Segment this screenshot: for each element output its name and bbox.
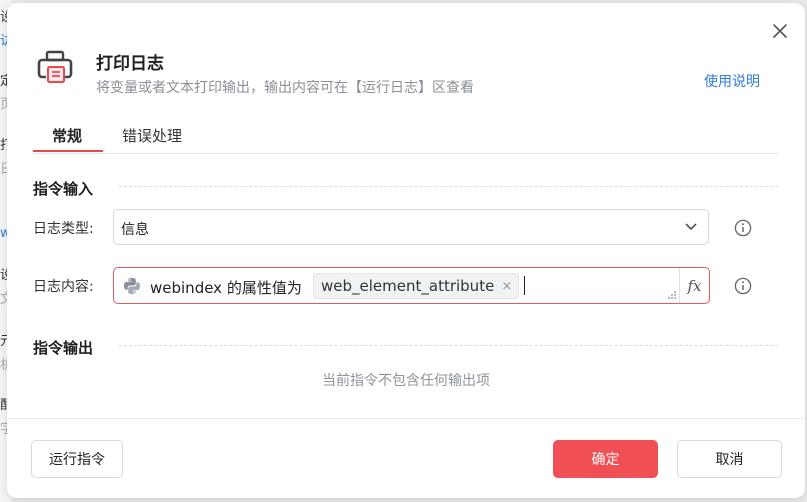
- help-link[interactable]: 使用说明: [704, 71, 760, 91]
- resize-handle-icon[interactable]: [667, 290, 677, 300]
- tab-general[interactable]: 常规: [52, 125, 82, 146]
- section-divider: [119, 186, 778, 187]
- fx-button[interactable]: fx: [680, 268, 709, 303]
- print-log-dialog: 打印日志 将变量或者文本打印输出，输出内容可在【运行日志】区查看 使用说明 常规…: [7, 3, 805, 498]
- variable-tag[interactable]: web_element_attribute ×: [313, 273, 520, 299]
- log-type-select[interactable]: 信息: [113, 209, 709, 245]
- section-divider: [119, 345, 778, 346]
- no-output-message: 当前指令不包含任何输出项: [322, 373, 490, 389]
- log-content-input[interactable]: webindex 的属性值为 web_element_attribute × f…: [113, 267, 710, 304]
- tab-error-handling[interactable]: 错误处理: [122, 125, 182, 146]
- cancel-button[interactable]: 取消: [677, 440, 782, 478]
- dialog-subtitle: 将变量或者文本打印输出，输出内容可在【运行日志】区查看: [96, 80, 474, 96]
- chevron-down-icon: [685, 223, 697, 231]
- info-icon[interactable]: [734, 219, 752, 237]
- active-tab-indicator: [33, 150, 103, 152]
- log-content-text: webindex 的属性值为: [150, 279, 302, 297]
- confirm-button[interactable]: 确定: [553, 440, 658, 478]
- info-icon[interactable]: [734, 277, 752, 295]
- log-type-label: 日志类型:: [33, 221, 94, 237]
- python-icon: [124, 278, 140, 294]
- variable-tag-label: web_element_attribute: [321, 277, 495, 295]
- tag-remove-icon[interactable]: ×: [501, 279, 512, 294]
- input-section-title: 指令输入: [33, 180, 94, 198]
- output-section-title: 指令输出: [33, 339, 94, 357]
- dialog-title: 打印日志: [96, 54, 164, 74]
- printer-icon: [37, 50, 73, 83]
- text-caret: [524, 276, 525, 295]
- tabs-divider: [33, 153, 778, 154]
- run-command-button[interactable]: 运行指令: [31, 440, 123, 478]
- log-content-label: 日志内容:: [33, 279, 94, 295]
- log-type-value: 信息: [121, 222, 149, 238]
- close-icon[interactable]: [770, 21, 790, 41]
- footer-divider: [7, 418, 805, 419]
